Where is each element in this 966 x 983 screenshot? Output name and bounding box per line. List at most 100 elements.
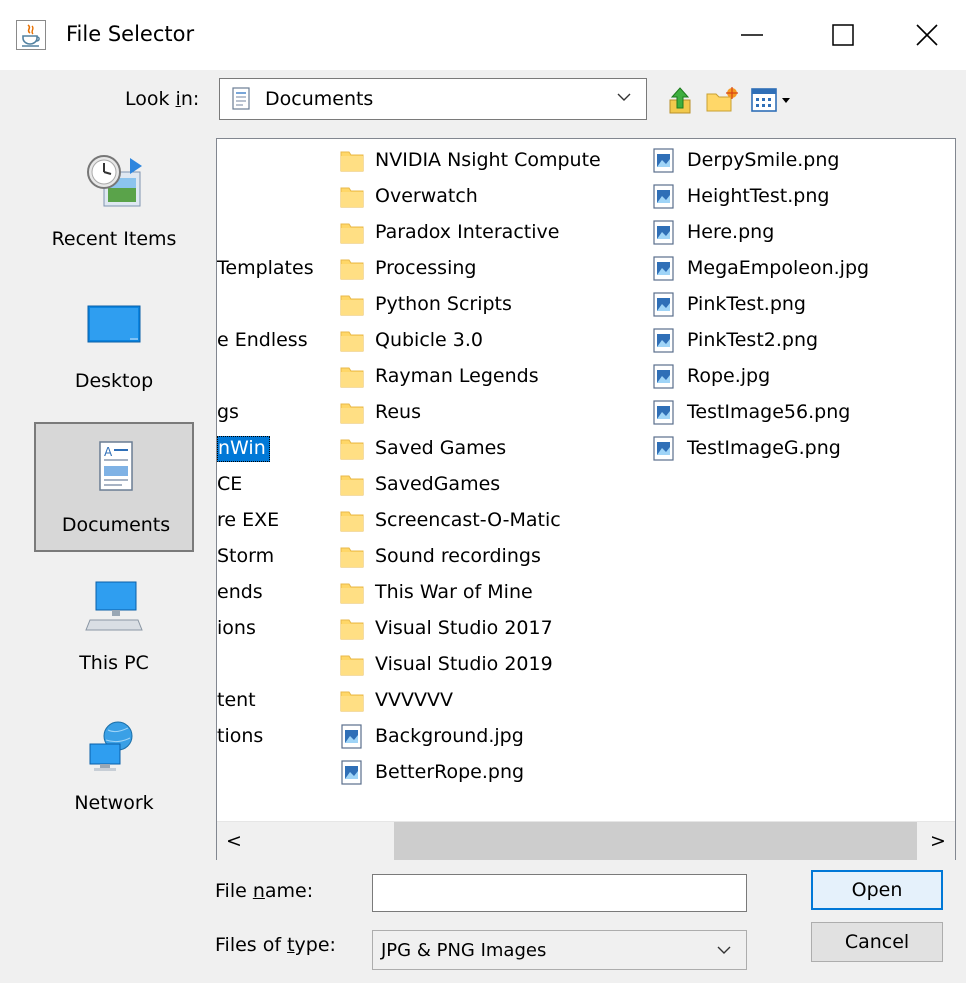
files-of-type-combobox[interactable]: JPG & PNG Images	[372, 930, 747, 970]
file-name-text: SavedGames	[375, 473, 501, 495]
chevron-down-icon	[617, 93, 631, 101]
image-file-icon	[651, 184, 677, 215]
file-name-text: ends	[217, 581, 263, 603]
file-list-item[interactable]: ends	[217, 581, 263, 603]
place-documents[interactable]: A Documents	[34, 422, 194, 552]
this-pc-icon	[85, 581, 143, 631]
folder-icon	[339, 544, 365, 575]
file-name-text: Reus	[375, 401, 421, 423]
file-list-item[interactable]: Storm	[217, 545, 274, 567]
open-button[interactable]: Open	[811, 870, 943, 910]
file-name-text: TestImage56.png	[687, 401, 851, 423]
image-file-icon	[651, 148, 677, 179]
document-icon	[232, 87, 250, 110]
file-name-label: File name:	[215, 880, 314, 902]
image-file-icon	[339, 724, 365, 755]
file-name-text: Python Scripts	[375, 293, 512, 315]
folder-icon	[339, 220, 365, 251]
place-label: Network	[74, 792, 154, 814]
scrollbar-thumb[interactable]	[394, 822, 917, 860]
folder-icon	[339, 688, 365, 719]
file-list-item[interactable]: Templates	[217, 257, 314, 279]
svg-text:A: A	[104, 445, 113, 459]
horizontal-scrollbar[interactable]: < >	[217, 821, 955, 860]
file-name-text: Saved Games	[375, 437, 507, 459]
file-list-item[interactable]: nWin	[217, 436, 270, 462]
documents-icon: A	[99, 441, 133, 491]
files-of-type-value: JPG & PNG Images	[381, 940, 547, 961]
file-name-input[interactable]	[372, 874, 747, 912]
folder-icon	[339, 400, 365, 431]
file-list-item[interactable]: CE	[217, 473, 242, 495]
folder-icon	[339, 508, 365, 539]
image-file-icon	[651, 292, 677, 323]
image-file-icon	[651, 436, 677, 467]
minimize-button[interactable]	[706, 0, 798, 70]
file-list-item[interactable]: tions	[217, 725, 263, 747]
file-name-text: CE	[217, 473, 243, 495]
file-list-item[interactable]: gs	[217, 401, 239, 423]
folder-icon	[339, 436, 365, 467]
place-label: This PC	[79, 652, 149, 674]
new-folder-icon[interactable]	[705, 86, 739, 119]
folder-icon	[339, 148, 365, 179]
image-file-icon	[651, 364, 677, 395]
file-name-text: This War of Mine	[375, 581, 533, 603]
look-in-label: Look in:	[125, 88, 200, 110]
file-name-text: PinkTest2.png	[687, 329, 819, 351]
file-name-text: Sound recordings	[375, 545, 541, 567]
look-in-combobox[interactable]: Documents	[219, 78, 647, 120]
files-of-type-label: Files of type:	[215, 934, 336, 956]
folder-icon	[339, 292, 365, 323]
image-file-icon	[651, 328, 677, 359]
image-file-icon	[651, 220, 677, 251]
place-network[interactable]: Network	[34, 702, 194, 832]
folder-icon	[339, 256, 365, 287]
network-icon	[89, 721, 133, 771]
file-name-text: tions	[217, 725, 264, 747]
file-list-item[interactable]: re EXE	[217, 509, 279, 531]
scroll-left-button[interactable]: <	[217, 822, 251, 860]
file-name-text: Visual Studio 2019	[375, 653, 553, 675]
up-one-level-icon[interactable]	[666, 84, 696, 121]
maximize-button[interactable]	[797, 0, 889, 70]
scroll-left-icon: <	[226, 830, 242, 852]
places-bar: Recent Items Desktop A Documents This PC	[30, 138, 198, 968]
file-name-text: Templates	[217, 257, 314, 279]
minimize-icon	[741, 34, 763, 36]
file-name-text: Screencast-O-Matic	[375, 509, 561, 531]
desktop-icon	[87, 305, 141, 343]
java-app-icon	[16, 20, 46, 50]
file-name-text: Processing	[375, 257, 477, 279]
file-list-item[interactable]: ions	[217, 617, 256, 639]
image-file-icon	[651, 256, 677, 287]
place-label: Documents	[61, 514, 171, 536]
place-recent-items[interactable]: Recent Items	[34, 138, 194, 268]
file-name-text: re EXE	[217, 509, 280, 531]
cancel-button[interactable]: Cancel	[811, 922, 943, 962]
file-name-text: Rayman Legends	[375, 365, 539, 387]
file-name-text: Paradox Interactive	[375, 221, 560, 243]
folder-icon	[339, 184, 365, 215]
place-desktop[interactable]: Desktop	[34, 280, 194, 410]
file-list[interactable]: Templates e Endless gs nWin CE re EXE Storm end…	[216, 138, 956, 860]
file-list-item[interactable]: e Endless	[217, 329, 308, 351]
file-name-text: Storm	[217, 545, 275, 567]
file-name-text: TestImageG.png	[687, 437, 841, 459]
maximize-icon	[832, 24, 854, 46]
file-name-text: HeightTest.png	[687, 185, 830, 207]
close-button[interactable]	[888, 0, 966, 70]
folder-icon	[339, 616, 365, 647]
place-label: Recent Items	[51, 228, 177, 250]
file-name-text: nWin	[217, 436, 270, 462]
view-menu-icon[interactable]	[750, 86, 796, 119]
place-this-pc[interactable]: This PC	[34, 562, 194, 692]
file-name-text: e Endless	[217, 329, 308, 351]
scroll-right-button[interactable]: >	[921, 822, 955, 860]
scroll-right-icon: >	[930, 830, 946, 852]
image-file-icon	[339, 760, 365, 791]
file-name-text: MegaEmpoleon.jpg	[687, 257, 870, 279]
file-name-text: tent	[217, 689, 256, 711]
file-list-item[interactable]: tent	[217, 689, 256, 711]
file-name-text: ions	[217, 617, 256, 639]
